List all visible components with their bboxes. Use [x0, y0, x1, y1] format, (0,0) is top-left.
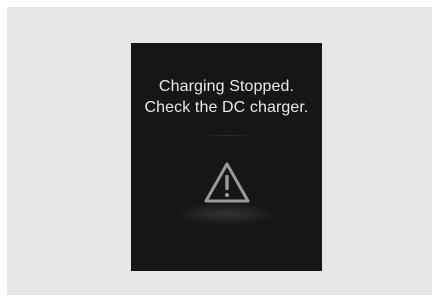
- charging-status-message: Charging Stopped. Check the DC charger.: [131, 76, 322, 118]
- message-line-1: Charging Stopped.: [158, 78, 295, 95]
- warning-triangle-icon: [204, 162, 250, 203]
- message-line-2: Check the DC charger.: [144, 99, 309, 116]
- vehicle-display: Charging Stopped. Check the DC charger.: [131, 43, 322, 271]
- icon-glow: [176, 203, 276, 225]
- divider: [199, 135, 255, 136]
